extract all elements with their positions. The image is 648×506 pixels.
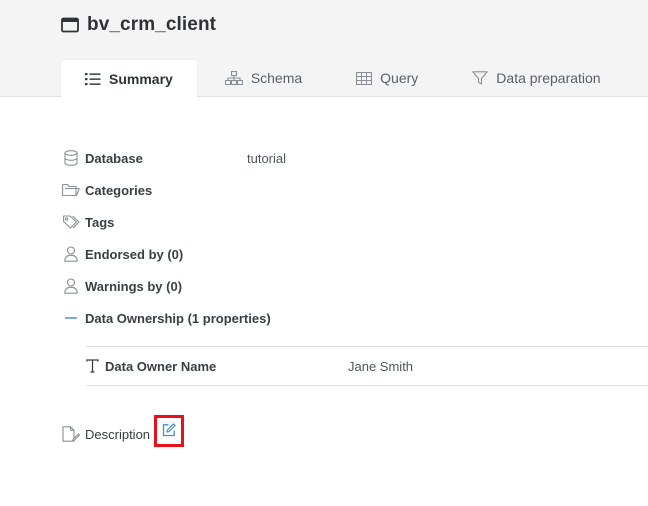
property-endorsed: Endorsed by (0) xyxy=(62,238,648,270)
hierarchy-icon xyxy=(224,71,243,85)
tag-icon xyxy=(62,213,80,231)
collapse-minus-icon[interactable] xyxy=(62,309,80,327)
endorsed-label[interactable]: Endorsed by (0) xyxy=(85,247,183,262)
data-owner-name-value: Jane Smith xyxy=(348,358,414,374)
list-icon xyxy=(85,72,101,86)
property-warnings: Warnings by (0) xyxy=(62,270,648,302)
title-row: bv_crm_client xyxy=(61,14,216,36)
user-icon xyxy=(62,277,80,295)
page-header: bv_crm_client Summary Schema Query Data … xyxy=(0,0,648,97)
tags-label[interactable]: Tags xyxy=(85,215,114,230)
data-ownership-label[interactable]: Data Ownership (1 properties) xyxy=(85,311,271,326)
table-grid-icon xyxy=(356,71,373,85)
data-owner-name-label: Data Owner Name xyxy=(105,358,217,374)
folder-icon xyxy=(62,181,80,199)
property-description: Description xyxy=(62,415,184,447)
text-type-icon xyxy=(86,359,100,373)
tab-schema[interactable]: Schema xyxy=(197,60,328,96)
summary-properties: Database tutorial Categories Tags Endors… xyxy=(62,142,648,447)
database-label: Database xyxy=(85,150,143,166)
warnings-label[interactable]: Warnings by (0) xyxy=(85,279,182,294)
categories-label[interactable]: Categories xyxy=(85,183,152,198)
tab-bar: Summary Schema Query Data preparation xyxy=(61,60,627,97)
tab-data-preparation[interactable]: Data preparation xyxy=(444,60,626,96)
tab-schema-label: Schema xyxy=(250,70,303,86)
tab-query-label: Query xyxy=(380,70,419,86)
property-categories: Categories xyxy=(62,174,648,206)
tab-query[interactable]: Query xyxy=(328,60,444,96)
edit-icon[interactable] xyxy=(162,422,176,440)
tab-data-preparation-label: Data preparation xyxy=(496,70,601,86)
filter-icon xyxy=(472,71,489,85)
tab-summary[interactable]: Summary xyxy=(61,60,197,97)
property-database: Database tutorial xyxy=(62,142,648,174)
window-icon xyxy=(61,17,79,33)
database-value: tutorial xyxy=(247,150,287,166)
property-tags: Tags xyxy=(62,206,648,238)
description-label: Description xyxy=(85,426,151,442)
user-icon xyxy=(62,245,80,263)
tab-summary-label: Summary xyxy=(109,70,173,87)
property-data-ownership[interactable]: Data Ownership (1 properties) xyxy=(62,302,648,334)
document-edit-icon xyxy=(62,425,80,443)
page-title: bv_crm_client xyxy=(87,14,217,35)
database-icon xyxy=(62,149,80,167)
edit-description-button[interactable] xyxy=(154,415,184,447)
data-ownership-table: Data Owner Name Jane Smith xyxy=(86,346,648,386)
